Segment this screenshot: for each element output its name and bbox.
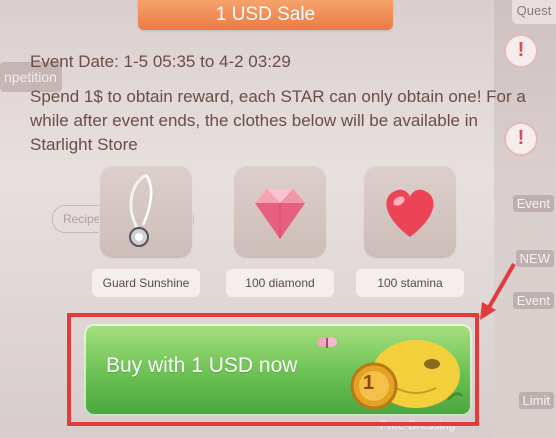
reward-label: 100 diamond xyxy=(226,269,334,297)
quest-tab[interactable]: Quest xyxy=(512,0,556,24)
reward-label: 100 stamina xyxy=(356,269,464,297)
mascot-coin-icon xyxy=(350,340,464,410)
reward-item-diamond[interactable]: 100 diamond xyxy=(225,165,335,297)
event-date: Event Date: 1-5 05:35 to 4-2 03:29 xyxy=(30,52,291,71)
background-new-label: NEW xyxy=(515,250,554,267)
reward-item-stamina[interactable]: 100 stamina xyxy=(355,165,465,297)
event-description: Spend 1$ to obtain reward, each STAR can… xyxy=(30,87,526,154)
diamond-icon xyxy=(233,165,327,259)
butterfly-icon xyxy=(317,337,337,348)
buy-button-label: Buy with 1 USD now xyxy=(106,354,298,377)
reward-label: Guard Sunshine xyxy=(92,269,200,297)
dialog-title: 1 USD Sale xyxy=(138,0,393,30)
background-limit-label: Limit xyxy=(518,392,554,409)
pointer-arrow-icon xyxy=(480,263,516,320)
necklace-icon xyxy=(99,165,193,259)
buy-button[interactable]: Buy with 1 USD now 1 xyxy=(84,324,472,416)
background-event-label-2: Event xyxy=(512,292,554,309)
coin-number: 1 xyxy=(363,372,375,394)
background-free-dressing: Free Dressing xyxy=(380,418,456,432)
heart-icon xyxy=(363,165,457,259)
alert-icon[interactable]: ! xyxy=(504,34,538,68)
background-side-panel: Quest ! ! Event NEW Event Limit xyxy=(494,0,556,438)
background-event-label: Event xyxy=(512,195,554,212)
reward-item-guard-sunshine[interactable]: Guard Sunshine xyxy=(91,165,201,297)
